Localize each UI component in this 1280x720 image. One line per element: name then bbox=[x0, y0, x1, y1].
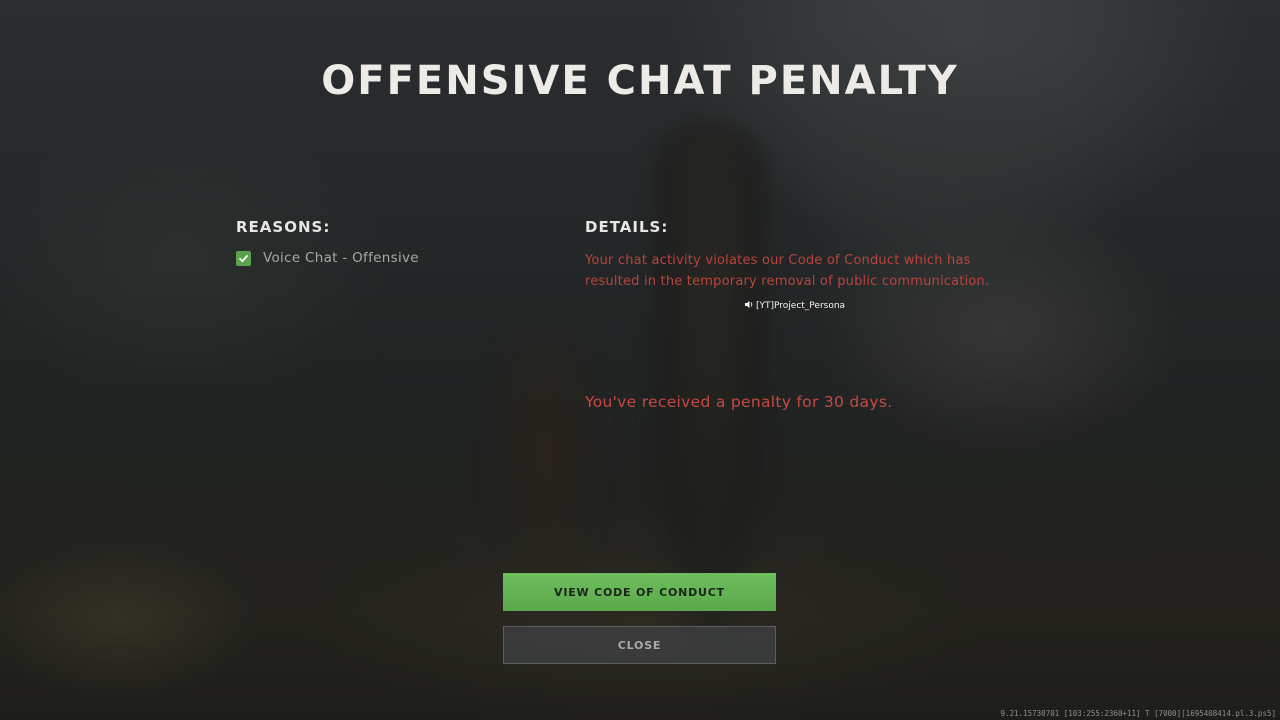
build-version-text: 9.21.15730701 [103:255:2360+11] T [7000]… bbox=[1000, 709, 1276, 718]
reason-label: Voice Chat - Offensive bbox=[263, 250, 419, 266]
reasons-heading: REASONS: bbox=[236, 218, 331, 236]
reason-item: Voice Chat - Offensive bbox=[236, 250, 556, 266]
speaker-icon bbox=[744, 300, 754, 312]
checkmark-icon bbox=[236, 250, 251, 266]
reasons-section: REASONS: Voice Chat - Offensive bbox=[236, 218, 556, 266]
penalty-screen: OFFENSIVE CHAT PENALTY REASONS: Voice Ch… bbox=[0, 0, 1280, 720]
speaking-username: [YT]Project_Persona bbox=[756, 301, 846, 311]
details-heading: DETAILS: bbox=[585, 218, 669, 236]
page-title: OFFENSIVE CHAT PENALTY bbox=[321, 58, 959, 104]
details-section: DETAILS: Your chat activity violates our… bbox=[585, 218, 1005, 292]
voice-chat-indicator: [YT]Project_Persona bbox=[744, 300, 845, 312]
penalty-duration-text: You've received a penalty for 30 days. bbox=[585, 393, 893, 411]
view-code-of-conduct-button[interactable]: VIEW CODE OF CONDUCT bbox=[503, 573, 776, 611]
close-button[interactable]: CLOSE bbox=[503, 626, 776, 664]
details-text: Your chat activity violates our Code of … bbox=[585, 253, 990, 289]
background-dim-overlay bbox=[0, 0, 1280, 720]
